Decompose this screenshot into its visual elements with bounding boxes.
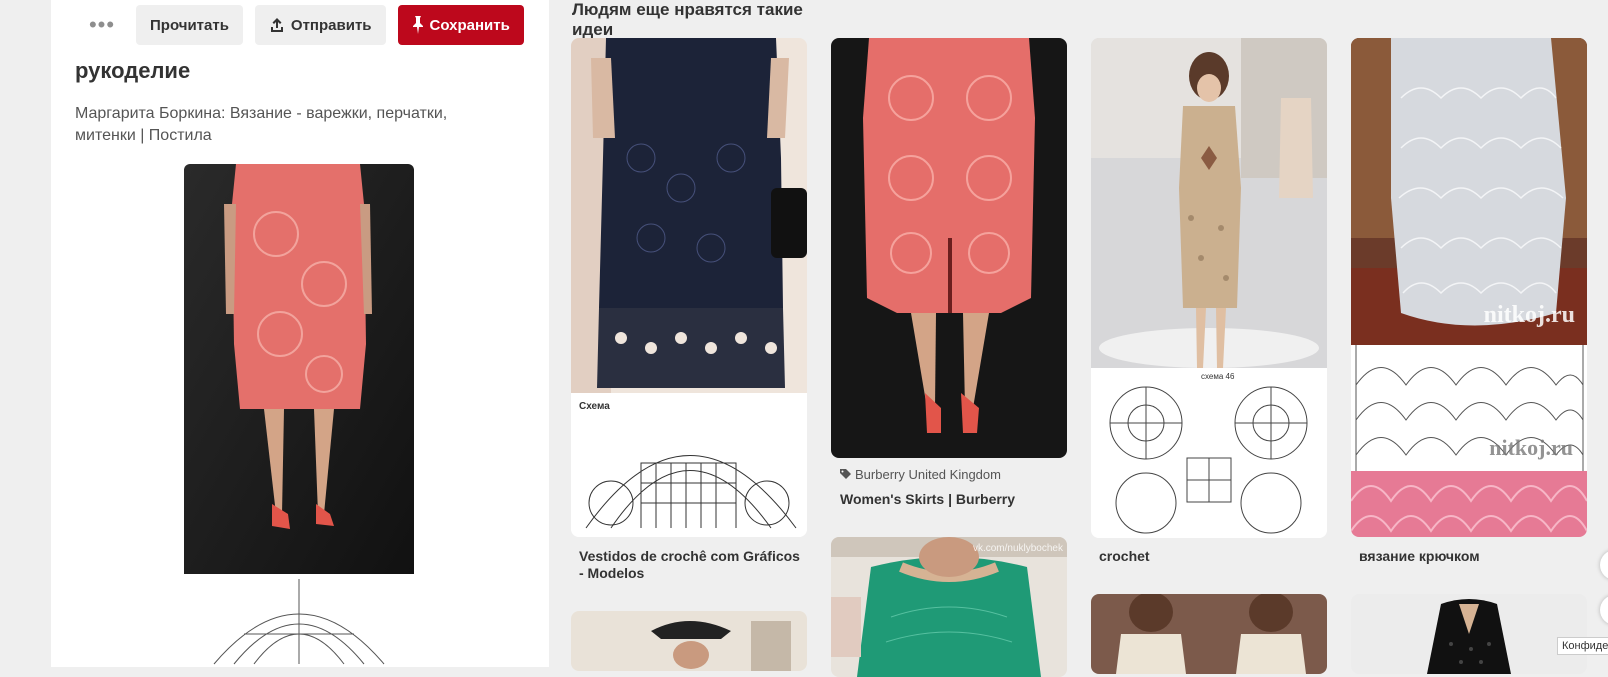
more-dots-icon: ••• xyxy=(88,12,116,37)
related-pin-image[interactable] xyxy=(571,611,807,671)
board-title[interactable]: рукоделие xyxy=(75,58,190,84)
image-watermark: vk.com/nuklybochek xyxy=(972,543,1063,554)
pin-icon xyxy=(412,16,423,34)
related-pin-chart-image[interactable]: nitkoj.ru xyxy=(1351,345,1587,471)
send-button[interactable]: Отправить xyxy=(254,5,386,45)
related-pin-image[interactable] xyxy=(571,38,807,393)
scroll-up-button[interactable] xyxy=(1600,550,1608,580)
pin-description[interactable]: Маргарита Боркина: Вязание - варежки, пе… xyxy=(75,103,495,147)
related-pin-image[interactable]: nitkoj.ru xyxy=(1351,38,1587,345)
related-pin-image[interactable] xyxy=(831,38,1067,458)
pin-toolbar: ••• Прочитать Отправить Сохранить xyxy=(82,5,524,45)
save-button-label: Сохранить xyxy=(429,16,510,34)
related-pin-image[interactable] xyxy=(1091,38,1327,368)
related-pin-image[interactable] xyxy=(1351,594,1587,674)
related-pin-source[interactable]: Burberry United Kingdom xyxy=(840,467,1001,482)
related-pin-chart-image[interactable]: схема 46 xyxy=(1091,368,1327,538)
pin-detail-panel: ••• Прочитать Отправить Сохранить рукоде… xyxy=(51,0,549,667)
tag-icon xyxy=(840,469,851,479)
image-watermark: nitkoj.ru xyxy=(1483,302,1575,328)
related-pin-title[interactable]: Women's Skirts | Burberry xyxy=(840,491,1066,508)
related-heading: Людям еще нравятся такие идеи xyxy=(572,0,803,39)
image-watermark: nitkoj.ru xyxy=(1489,435,1573,460)
help-button[interactable] xyxy=(1600,595,1608,625)
related-pin-image[interactable]: vk.com/nuklybochek xyxy=(831,537,1067,677)
chart-caption: схема 46 xyxy=(1201,372,1235,381)
related-pin-image[interactable] xyxy=(1091,594,1327,674)
related-pin-title[interactable]: Vestidos de crochê com Gráficos - Modelo… xyxy=(579,548,805,582)
related-pin-image[interactable] xyxy=(1351,471,1587,537)
share-upload-icon xyxy=(270,18,283,32)
pin-secondary-image[interactable] xyxy=(184,574,414,667)
save-button[interactable]: Сохранить xyxy=(397,5,524,45)
related-pin-title[interactable]: вязание крючком xyxy=(1359,548,1585,565)
more-options-button[interactable]: ••• xyxy=(82,5,122,45)
pin-main-image[interactable] xyxy=(184,164,414,574)
privacy-link[interactable]: Конфиде xyxy=(1557,637,1608,655)
related-pin-source-label: Burberry United Kingdom xyxy=(855,467,1001,482)
related-pin-title[interactable]: crochet xyxy=(1099,548,1325,565)
related-pin-chart-image[interactable]: Схема xyxy=(571,393,807,537)
chart-caption: Схема xyxy=(579,401,610,412)
send-button-label: Отправить xyxy=(290,16,372,34)
read-button-label: Прочитать xyxy=(150,16,229,34)
read-button[interactable]: Прочитать xyxy=(136,5,243,45)
